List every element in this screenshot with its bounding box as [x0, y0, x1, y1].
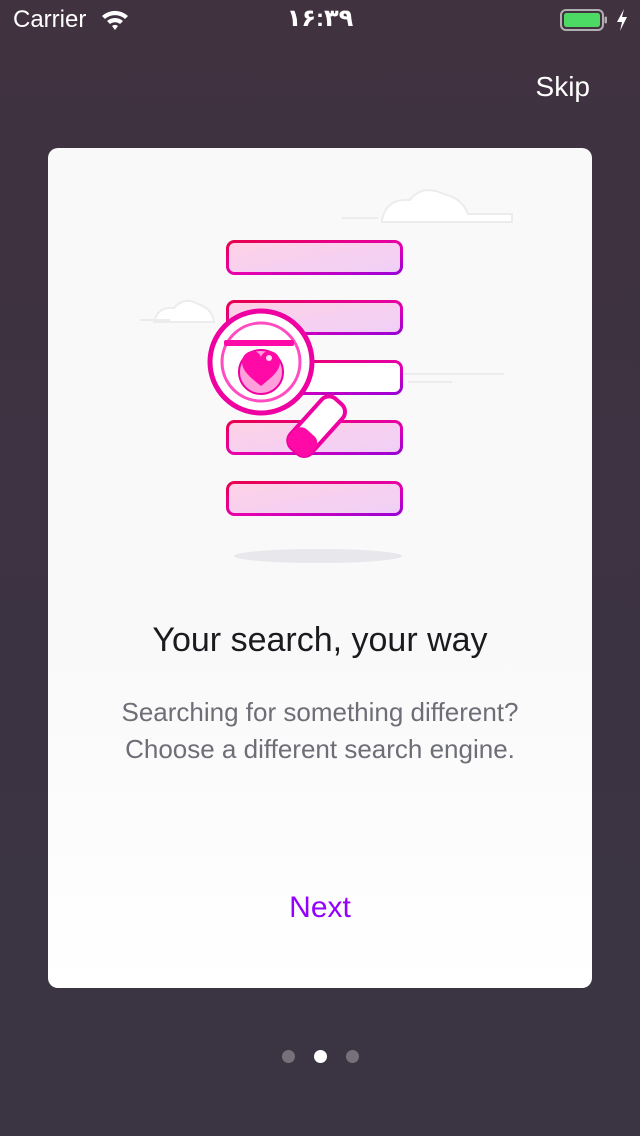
card-title: Your search, your way [152, 621, 488, 659]
page-dot[interactable] [281, 1050, 295, 1063]
cloud-icon [152, 299, 216, 323]
page-dot[interactable] [345, 1050, 359, 1063]
skip-button[interactable]: Skip [536, 70, 590, 104]
onboarding-card: Your search, your way Searching for some… [48, 148, 592, 988]
charging-bolt-icon [617, 9, 627, 31]
page-dot-current[interactable] [313, 1050, 327, 1063]
card-description: Searching for something different? Choos… [121, 697, 519, 764]
cloud-icon [381, 189, 513, 223]
battery-icon [560, 9, 607, 31]
next-button[interactable]: Next [48, 888, 592, 928]
page-indicator[interactable] [0, 1050, 640, 1064]
search-list-magnifier-heart-illustration [140, 189, 513, 563]
status-time: ۱۶:۳۹ [286, 5, 354, 32]
status-bar: Carrier ۱۶:۳۹ [0, 0, 640, 40]
